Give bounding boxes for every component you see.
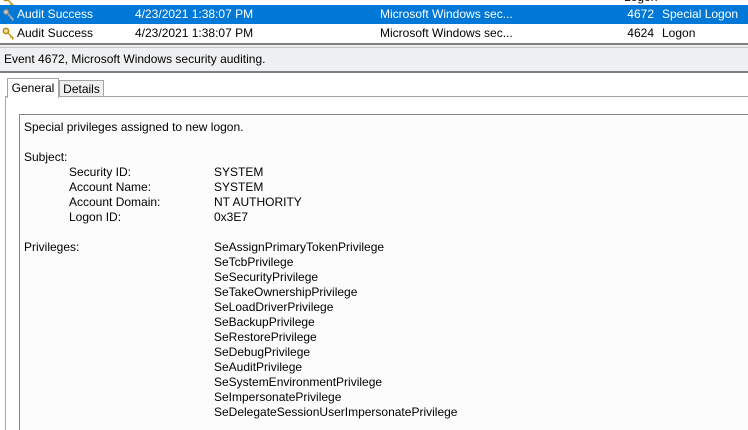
key-icon <box>2 27 15 40</box>
event-description-box[interactable]: Special privileges assigned to new logon… <box>19 114 748 430</box>
privilege-item: SeAuditPrivilege <box>214 360 303 374</box>
field-label: Security ID: <box>69 165 132 179</box>
keywords-cell: Audit Success <box>17 26 94 40</box>
tab-details[interactable]: Details <box>59 80 104 97</box>
subject-field-row: Security ID: SYSTEM <box>24 165 748 180</box>
source-cell: Microsoft Windows sec... <box>380 26 513 40</box>
privilege-item: SeTakeOwnershipPrivilege <box>214 285 358 299</box>
privileges-list: SeAssignPrimaryTokenPrivilege SeTcbPrivi… <box>214 240 457 420</box>
task-category-cell: Logon <box>662 26 696 40</box>
description-line: Special privileges assigned to new logon… <box>24 120 244 134</box>
tab-strip: General Details <box>0 74 748 98</box>
key-icon <box>2 8 15 21</box>
tab-details-label: Details <box>63 82 100 96</box>
privilege-item: SeLoadDriverPrivilege <box>214 300 334 314</box>
field-label: Logon ID: <box>69 210 122 224</box>
tab-general-label: General <box>11 81 55 95</box>
source-cell: Microsoft Windows sec... <box>380 7 513 21</box>
field-value: NT AUTHORITY <box>214 195 302 209</box>
event-id-cell: 4624 <box>627 26 654 40</box>
privilege-item: SeSecurityPrivilege <box>214 270 319 284</box>
subject-field-row: Logon ID: 0x3E7 <box>24 210 748 225</box>
privilege-item: SeBackupPrivilege <box>214 315 315 329</box>
privilege-item: SeDelegateSessionUserImpersonatePrivileg… <box>214 405 458 419</box>
tab-general[interactable]: General <box>7 78 59 98</box>
privilege-item: SeRestorePrivilege <box>214 330 317 344</box>
privilege-item: SeTcbPrivilege <box>214 255 294 269</box>
date-time-cell: 4/23/2021 1:38:07 PM <box>135 26 254 40</box>
event-row-4624[interactable]: Audit Success 4/23/2021 1:38:07 PM Micro… <box>0 24 748 43</box>
privilege-item: SeSystemEnvironmentPrivilege <box>214 375 383 389</box>
privileges-block: Privileges: SeAssignPrimaryTokenPrivileg… <box>24 240 748 420</box>
event-id-cell: 4672 <box>627 7 654 21</box>
field-label: Account Name: <box>69 180 152 194</box>
field-value: SYSTEM <box>214 180 264 194</box>
general-tab-page: Special privileges assigned to new logon… <box>5 96 748 430</box>
subject-field-row: Account Domain: NT AUTHORITY <box>24 195 748 210</box>
field-label: Account Domain: <box>69 195 161 209</box>
event-row-4672[interactable]: Audit Success 4/23/2021 1:38:07 PM Micro… <box>0 5 748 24</box>
event-viewer-panel: Logon Audit Success 4/23/2021 1:38:07 PM… <box>0 0 748 430</box>
date-time-cell: 4/23/2021 1:38:07 PM <box>135 7 254 21</box>
event-summary-header: Event 4672, Microsoft Windows security a… <box>0 47 748 73</box>
task-category-cell: Special Logon <box>662 7 739 21</box>
privileges-label: Privileges: <box>24 240 80 254</box>
keywords-cell: Audit Success <box>17 7 94 21</box>
subject-header: Subject: <box>24 150 68 164</box>
subject-field-row: Account Name: SYSTEM <box>24 180 748 195</box>
privilege-item: SeDebugPrivilege <box>214 345 311 359</box>
field-value: SYSTEM <box>214 165 264 179</box>
field-value: 0x3E7 <box>214 210 249 224</box>
event-description-text: Special privileges assigned to new logon… <box>20 115 748 420</box>
privilege-item: SeAssignPrimaryTokenPrivilege <box>214 240 385 254</box>
partial-row-task-category: Logon <box>624 0 657 4</box>
privilege-item: SeImpersonatePrivilege <box>214 390 342 404</box>
